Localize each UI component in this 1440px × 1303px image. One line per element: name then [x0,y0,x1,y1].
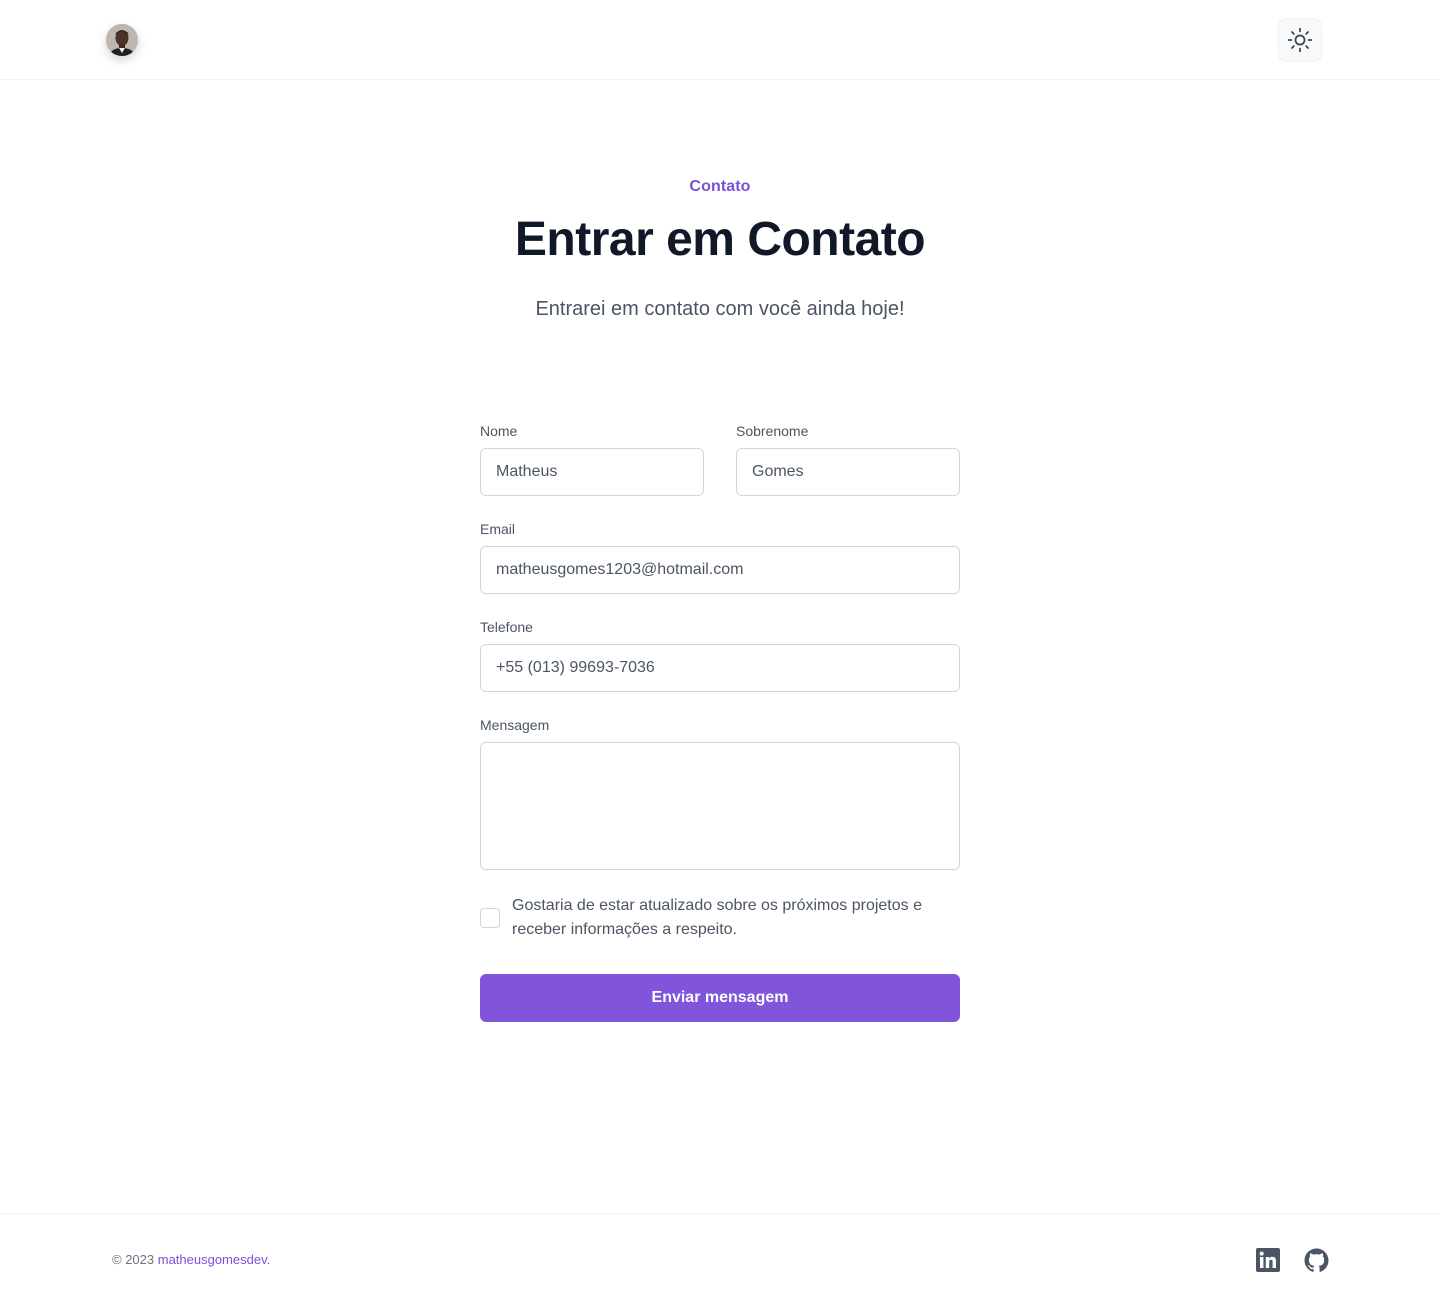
avatar[interactable] [106,24,138,56]
email-label: Email [480,521,516,537]
brand-link[interactable]: matheusgomesdev [158,1252,267,1267]
page-title: Entrar em Contato [514,213,926,266]
phone-input[interactable] [480,644,960,692]
linkedin-icon [1256,1248,1280,1272]
first-name-label: Nome [480,423,518,439]
theme-toggle-button[interactable] [1278,18,1322,62]
newsletter-checkbox-label: Gostaria de estar atualizado sobre os pr… [512,897,922,938]
message-textarea[interactable] [480,742,960,870]
linkedin-link[interactable] [1255,1247,1281,1273]
copyright-prefix: © 2023 [112,1252,158,1267]
github-icon [1304,1248,1328,1272]
site-footer: © 2023 matheusgomesdev. [0,1213,1440,1303]
github-link[interactable] [1303,1247,1329,1273]
section-eyebrow: Contato [689,178,751,195]
newsletter-checkbox[interactable] [480,908,500,928]
first-name-input[interactable] [480,448,704,496]
sun-icon [1287,27,1313,53]
last-name-input[interactable] [736,448,960,496]
avatar-photo [106,24,138,56]
copyright: © 2023 matheusgomesdev. [112,1252,270,1267]
site-header [0,0,1440,80]
phone-label: Telefone [480,619,533,635]
copyright-suffix: . [266,1252,271,1267]
email-input[interactable] [480,546,960,594]
message-label: Mensagem [480,717,550,733]
send-message-button[interactable]: Enviar mensagem [480,974,960,1022]
page-subtitle: Entrarei em contato com você ainda hoje! [535,298,905,320]
last-name-label: Sobrenome [736,423,809,439]
